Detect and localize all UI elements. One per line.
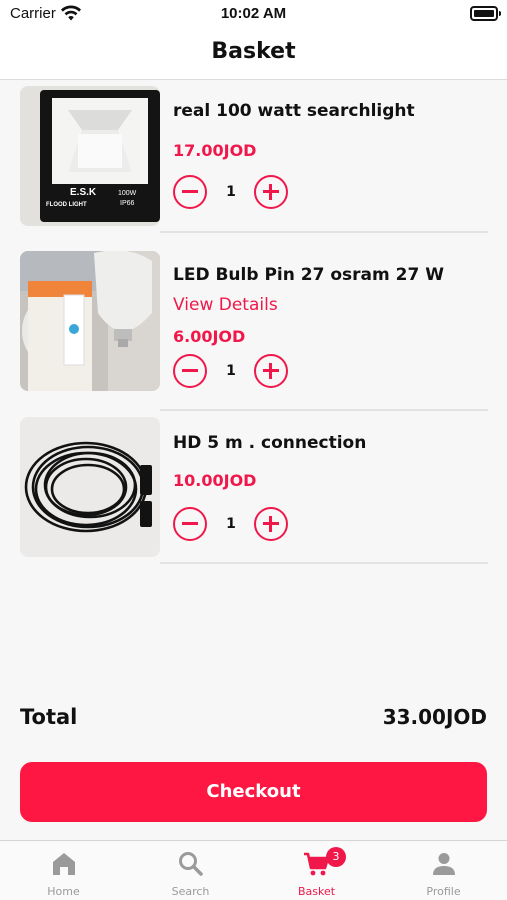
- quantity-value: 1: [226, 184, 236, 200]
- total-value: 33.00JOD: [382, 705, 487, 729]
- quantity-value: 1: [226, 363, 236, 379]
- basket-item: HD 5 m . connection 10.00JOD 1: [0, 411, 507, 566]
- tab-label: Basket: [297, 885, 336, 898]
- increase-quantity-button[interactable]: [254, 175, 288, 209]
- nav-header: Basket: [0, 30, 507, 80]
- total-row: Total 33.00JOD: [20, 705, 487, 735]
- status-bar: Carrier 10:02 AM: [0, 0, 507, 30]
- basket-count-badge: 3: [326, 847, 346, 867]
- tab-home[interactable]: Home: [0, 841, 127, 900]
- decrease-quantity-button[interactable]: [173, 507, 207, 541]
- search-icon: [178, 852, 203, 876]
- view-details-link[interactable]: View Details: [173, 295, 278, 315]
- battery-icon: [470, 6, 501, 21]
- item-price: 6.00JOD: [173, 327, 246, 346]
- item-name: LED Bulb Pin 27 osram 27 W: [173, 265, 444, 285]
- increase-quantity-button[interactable]: [254, 354, 288, 388]
- tab-label: Search: [171, 885, 210, 898]
- tab-search[interactable]: Search: [127, 841, 254, 900]
- tab-label: Home: [47, 885, 80, 898]
- product-image-hdmi-cable: [20, 417, 160, 557]
- checkout-button[interactable]: Checkout: [20, 762, 487, 822]
- product-image-led-bulb: [20, 251, 160, 391]
- image-ip-text: IP66: [120, 200, 135, 207]
- image-line-text: FLOOD LIGHT: [46, 202, 87, 208]
- tab-profile[interactable]: Profile: [380, 841, 507, 900]
- image-brand-text: E.S.K: [70, 187, 97, 198]
- item-divider: [160, 562, 488, 564]
- quantity-value: 1: [226, 516, 236, 532]
- tab-basket[interactable]: 3 Basket: [253, 841, 380, 900]
- item-price: 10.00JOD: [173, 471, 257, 490]
- basket-item: E.S.K FLOOD LIGHT 100W IP66 real 100 wat…: [0, 81, 507, 233]
- decrease-quantity-button[interactable]: [173, 175, 207, 209]
- image-watt-text: 100W: [118, 190, 137, 197]
- product-image-searchlight: E.S.K FLOOD LIGHT 100W IP66: [20, 86, 160, 226]
- item-name: HD 5 m . connection: [173, 433, 367, 453]
- person-icon: [432, 853, 455, 875]
- increase-quantity-button[interactable]: [254, 507, 288, 541]
- item-name: real 100 watt searchlight: [173, 101, 415, 121]
- basket-item: LED Bulb Pin 27 osram 27 W View Details …: [0, 233, 507, 411]
- tab-label: Profile: [426, 885, 461, 898]
- total-label: Total: [20, 705, 78, 729]
- tab-bar: Home Search 3 Basket Profile: [0, 840, 507, 900]
- home-icon: [52, 853, 75, 875]
- page-title: Basket: [211, 39, 296, 64]
- clock: 10:02 AM: [220, 5, 287, 22]
- decrease-quantity-button[interactable]: [173, 354, 207, 388]
- item-price: 17.00JOD: [173, 141, 257, 160]
